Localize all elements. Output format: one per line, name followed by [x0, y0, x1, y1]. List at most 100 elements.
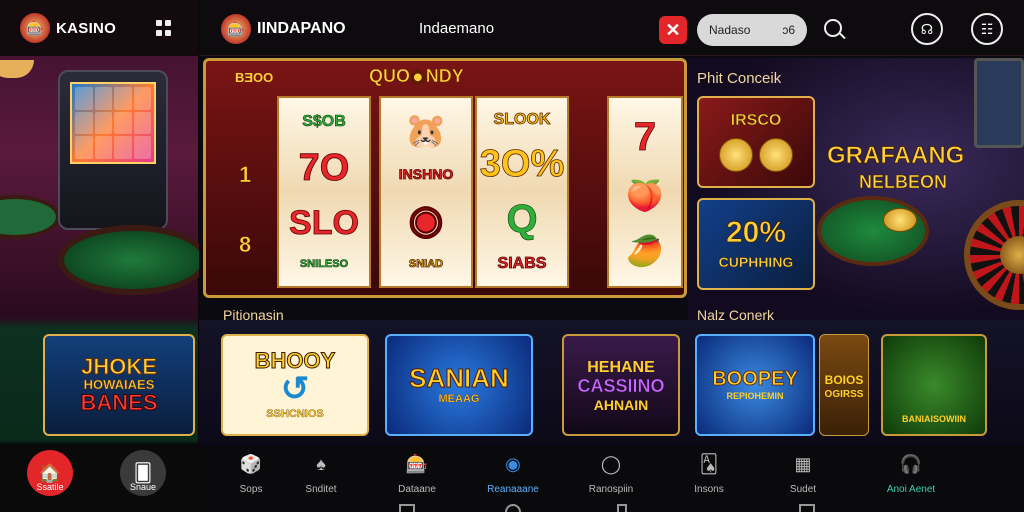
live-game-card[interactable]: BOIOS OGIRSS [819, 334, 869, 436]
lamp-decoration [0, 60, 34, 78]
featured-title: GRAFAANG [827, 142, 965, 169]
featured-card-bingo[interactable]: IRSCO [697, 96, 815, 188]
nav-item[interactable]: ◯ Ranospiin [569, 452, 653, 496]
reel-symbol: 🍑 [626, 179, 664, 213]
featured-card-bonus[interactable]: 20% CUPHHING [697, 198, 815, 290]
nav-item[interactable]: ♠ Snditet [279, 452, 363, 496]
search-icon[interactable] [824, 19, 842, 37]
casino-app: 🎰 KASINO JHOKE HOWAIAES BANES 🏠 Ssatile … [0, 0, 1024, 512]
recents-icon[interactable] [617, 504, 627, 512]
system-nav-bar [199, 502, 1024, 512]
user-icon[interactable]: ☊ [911, 13, 943, 45]
featured-subtitle: NELBEON [859, 172, 948, 193]
nav-item[interactable]: ▦ Sudet [761, 452, 845, 496]
card-icon: 🂡 [699, 453, 719, 474]
slot-reel: 7 🍑 🥭 [607, 96, 683, 288]
brand-name[interactable]: KASINO [56, 20, 116, 37]
nav-item-label: Sops [239, 484, 263, 495]
slot-screen-image [70, 82, 156, 164]
main-panel: 🎰 IINDAPANO Indaemano ✕ Nadaso ɔ6 ☊ ☷ BƎ… [199, 0, 1024, 512]
menu-icon[interactable]: ☷ [971, 13, 1003, 45]
live-game-card-subtitle: OGIRSS [824, 388, 864, 400]
nav-item[interactable]: 🂡 Insons [667, 452, 751, 496]
monitor-decoration [974, 58, 1024, 148]
promotion-card-subtitle: SSHCNIOS [266, 408, 324, 420]
nav-item-label: Sudet [789, 484, 817, 495]
reel-symbol: SLOOK [493, 111, 551, 129]
poker-table-decoration [0, 195, 60, 239]
live-game-card[interactable]: BANIAISOWIIN [881, 334, 987, 436]
slot-reel: 🐹 INSHNO ◉ SNIAD [379, 96, 473, 288]
logo-icon[interactable]: 🎰 [20, 13, 50, 43]
slot-title: QUO◉NDY [369, 66, 464, 87]
featured-card-bingo-title: IRSCO [730, 112, 782, 130]
promotion-card[interactable]: BHOOY ↺ SSHCNIOS [221, 334, 369, 436]
promotion-card-subtitle: MEAAG [438, 393, 480, 405]
joker-game-card[interactable]: JHOKE HOWAIAES BANES [43, 334, 195, 436]
page-subtitle: Indaemano [419, 20, 495, 37]
headset-icon: 🎧 [899, 453, 923, 474]
left-nav-cards[interactable]: 🂠 Snaue [113, 450, 173, 496]
close-button[interactable]: ✕ [659, 16, 687, 44]
promotion-card-title: HEHANE [587, 359, 655, 376]
slot-icon: 🎰 [405, 453, 429, 474]
nav-item-active[interactable]: 🎧 Anoi Aenet [869, 452, 953, 496]
reel-symbol: 🥭 [626, 235, 664, 269]
slot-side-number: 8 [239, 232, 252, 258]
reel-symbol: SIABS [497, 254, 547, 272]
reel-symbol: INSHNO [398, 165, 454, 182]
search-placeholder: Nadaso [709, 23, 751, 37]
live-game-card-subtitle: BANIAISOWIIN [902, 414, 966, 424]
left-panel: 🎰 KASINO JHOKE HOWAIAES BANES 🏠 Ssatile … [0, 0, 208, 512]
nav-item-active[interactable]: ◉ Reanaaane [471, 452, 555, 496]
promotions-label: Pitionasin [223, 307, 284, 323]
joker-card-line1: JHOKE [81, 353, 158, 379]
left-bottom-nav: 🏠 Ssatile 🂠 Snaue [0, 446, 198, 512]
grid-icon: ▦ [794, 453, 812, 474]
promotion-card-glyph: ↺ [280, 370, 310, 408]
left-nav-home-label: Ssatile [36, 482, 64, 492]
promotion-card-mid: CASSIINO [577, 376, 665, 396]
live-games-label: Nalz Conerk [697, 307, 775, 323]
coin-icon [719, 138, 753, 172]
roulette-table-image [817, 196, 929, 266]
reel-symbol: 7 [633, 114, 657, 159]
promotion-card-title: BHOOY [254, 348, 336, 373]
promotion-card[interactable]: HEHANE CASSIINO AHNAIN [562, 334, 680, 436]
live-game-card[interactable]: BOOPEY REPIOHEMIN [695, 334, 815, 436]
search-input[interactable]: Nadaso ɔ6 [697, 14, 807, 46]
grid-menu-icon[interactable] [156, 20, 172, 36]
nav-item-label: Reanaaane [487, 484, 539, 495]
search-icon: ◯ [600, 453, 622, 474]
left-nav-home[interactable]: 🏠 Ssatile [20, 450, 80, 496]
logo-icon[interactable]: 🎰 [221, 14, 251, 44]
joker-card-line3: BANES [80, 390, 158, 416]
promotion-card[interactable]: SANIAN MEAAG [385, 334, 533, 436]
spade-icon: ♠ [316, 453, 326, 474]
nav-item-label: Ranospiin [588, 484, 634, 495]
live-game-card-title: BOIOS [824, 372, 864, 387]
reel-symbol: SNIAD [408, 258, 444, 271]
live-game-card-title: BOOPEY [712, 368, 798, 390]
home-icon[interactable] [505, 504, 521, 512]
main-header: 🎰 IINDAPANO Indaemano ✕ Nadaso ɔ6 ☊ ☷ [199, 0, 1024, 56]
reel-symbol: Q [506, 197, 538, 242]
nav-item-label: Snditet [305, 484, 337, 495]
promotion-card-subtitle: AHNAIN [593, 397, 649, 413]
nav-item[interactable]: 🎰 Dataane [375, 452, 459, 496]
promotion-card-title: SANIAN [409, 363, 510, 393]
dice-icon: 🎲 [239, 453, 263, 474]
reel-symbol: 3O% [479, 142, 565, 185]
reel-symbol: S$OB [302, 112, 346, 130]
reel-symbol: 🐹 [404, 111, 448, 150]
slot-top-left-label: BƎOO [235, 70, 274, 85]
brand-name[interactable]: IINDAPANO [257, 20, 346, 38]
nav-item-label: Anoi Aenet [886, 484, 936, 495]
coin-icon [759, 138, 793, 172]
overview-icon[interactable] [799, 504, 815, 512]
back-icon[interactable] [399, 504, 415, 512]
featured-label: Phit Conceik [697, 70, 782, 87]
reel-symbol: SLO [289, 204, 360, 243]
left-header: 🎰 KASINO [0, 0, 198, 56]
bonus-percent: 20% [725, 216, 787, 249]
